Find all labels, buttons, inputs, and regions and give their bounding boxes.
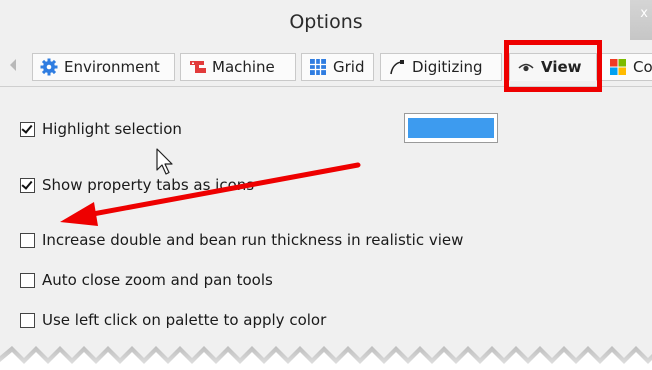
torn-edge-divider	[0, 346, 652, 370]
annotation-arrow	[60, 162, 361, 226]
options-window: Options x Environment Machine Grid Digit…	[0, 0, 652, 370]
